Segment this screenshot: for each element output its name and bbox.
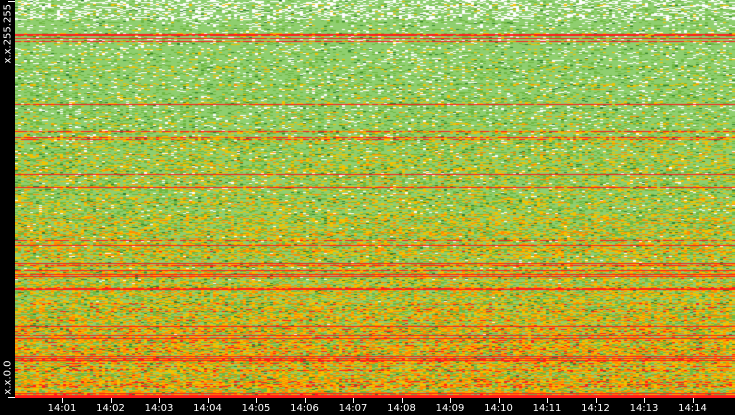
- x-tick-label: 14:09: [435, 403, 465, 414]
- x-tick-label: 14:07: [338, 403, 368, 414]
- x-tick-label: 14:14: [678, 403, 707, 414]
- x-tick-label: 14:03: [144, 403, 174, 414]
- x-tick-label: 14:05: [241, 403, 271, 414]
- x-tick-label: 14:13: [629, 403, 659, 414]
- heatmap-canvas: [15, 0, 735, 398]
- x-tick-label: 14:11: [532, 403, 562, 414]
- y-label-top: x.x.255.255: [2, 3, 14, 64]
- x-tick-label: 14:12: [581, 403, 610, 414]
- y-label-bottom: x.x.0.0: [2, 360, 14, 395]
- x-tick-label: 14:01: [47, 403, 77, 414]
- x-tick-label: 14:04: [193, 403, 222, 414]
- x-tick-label: 14:02: [96, 403, 125, 414]
- y-tick-top: [8, 1, 15, 2]
- x-tick-label: 14:08: [387, 403, 416, 414]
- x-tick-label: 14:06: [290, 403, 319, 414]
- x-tick-label: 14:10: [484, 403, 513, 414]
